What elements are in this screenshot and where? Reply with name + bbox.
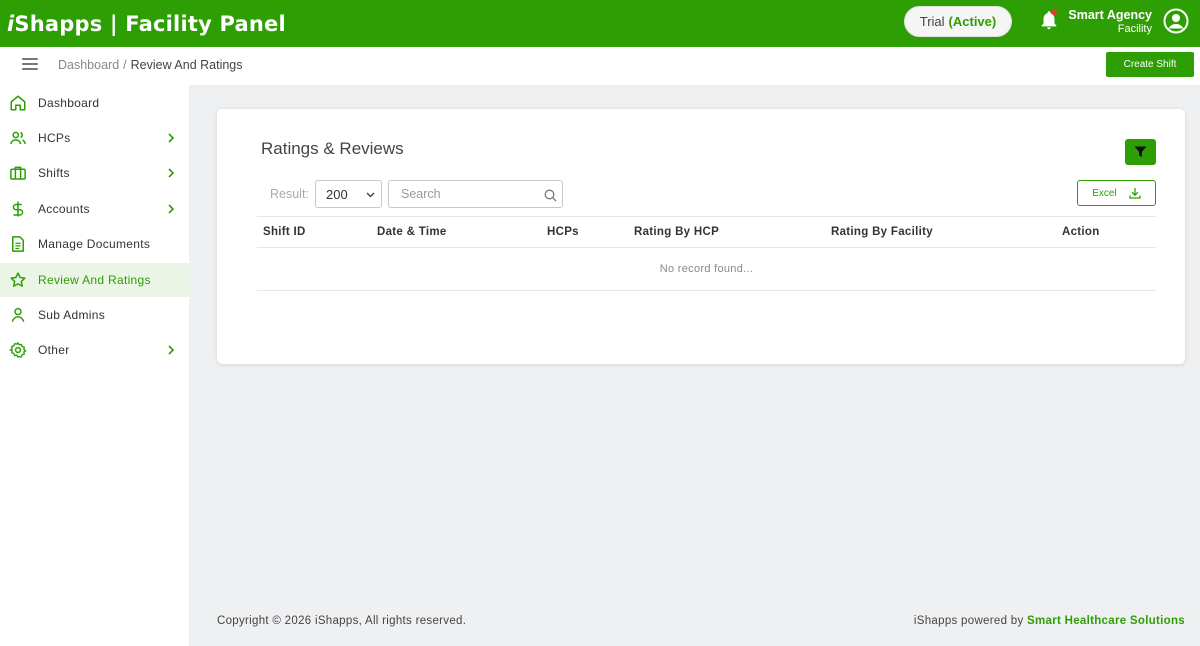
excel-label: Excel [1092, 187, 1117, 199]
chevron-right-icon [168, 345, 175, 355]
user-name: Smart Agency [1068, 8, 1152, 22]
search-icon[interactable] [544, 189, 557, 202]
sidebar-item-label: HCPs [38, 131, 71, 145]
filter-button[interactable] [1125, 139, 1156, 165]
sidebar-item-label: Accounts [38, 202, 90, 216]
dollar-icon [12, 201, 24, 217]
copyright-text: Copyright © 2026 iShapps, All rights res… [217, 615, 467, 627]
sidebar-item-hcps[interactable]: HCPs [0, 121, 189, 155]
search-field[interactable] [388, 180, 563, 208]
notification-dot [1051, 9, 1057, 15]
chevron-right-icon [168, 168, 175, 178]
trial-status: (Active) [948, 14, 997, 29]
user-role: Facility [1117, 23, 1152, 35]
ratings-table: Shift ID Date & Time HCPs Rating By HCP … [257, 216, 1156, 291]
filter-icon [1134, 146, 1147, 157]
home-icon [10, 95, 26, 111]
gear-icon [9, 342, 27, 358]
sub-header: Dashboard / Review And Ratings Create Shif… [0, 47, 1200, 85]
sidebar-item-sub-admins[interactable]: Sub Admins [0, 298, 189, 332]
result-label: Result: [270, 187, 309, 201]
breadcrumb: Dashboard / Review And Ratings [58, 58, 243, 72]
result-count-select[interactable]: 200 [315, 180, 382, 208]
powered-by: iShapps powered by Smart Healthcare Solu… [914, 615, 1185, 627]
create-shift-button[interactable]: Create Shift [1106, 52, 1194, 77]
breadcrumb-root[interactable]: Dashboard [58, 58, 119, 72]
trial-label: Trial [919, 14, 945, 29]
table-header: Shift ID Date & Time HCPs Rating By HCP … [257, 216, 1156, 248]
search-input[interactable] [389, 181, 539, 207]
empty-state-message: No record found... [257, 248, 1156, 291]
avatar-icon[interactable] [1163, 8, 1189, 34]
sidebar-item-shifts[interactable]: Shifts [0, 156, 189, 190]
sidebar-item-other[interactable]: Other [0, 333, 189, 367]
sidebar-item-manage-documents[interactable]: Manage Documents [0, 227, 189, 261]
card-title: Ratings & Reviews [261, 139, 404, 158]
sidebar-item-label: Dashboard [38, 96, 100, 110]
document-icon [12, 236, 24, 252]
powered-by-prefix: iShapps powered by [913, 615, 1024, 627]
breadcrumb-current: Review And Ratings [130, 58, 243, 72]
column-header-rating-by-hcp[interactable]: Rating By HCP [634, 226, 719, 238]
sidebar-item-dashboard[interactable]: Dashboard [0, 86, 189, 120]
sidebar-item-label: Sub Admins [38, 308, 106, 322]
user-info[interactable]: Smart Agency Facility [1068, 8, 1152, 35]
trial-status-pill[interactable]: Trial (Active) [904, 6, 1012, 37]
column-header-shift-id[interactable]: Shift ID [263, 226, 306, 238]
users-icon [10, 131, 26, 145]
sidebar-item-review-and-ratings[interactable]: Review And Ratings [0, 263, 189, 297]
star-icon [10, 272, 26, 287]
user-icon [11, 307, 25, 322]
sidebar-item-label: Other [38, 343, 70, 357]
column-header-hcps[interactable]: HCPs [547, 226, 579, 238]
sidebar-item-label: Shifts [38, 166, 70, 180]
result-count-value: 200 [326, 186, 348, 202]
hamburger-menu-icon[interactable] [22, 58, 38, 72]
column-header-rating-by-facility[interactable]: Rating By Facility [831, 226, 933, 238]
download-icon [1129, 188, 1141, 199]
brand-title: Shapps | Facility Panel [14, 11, 286, 36]
sidebar-item-accounts[interactable]: Accounts [0, 192, 189, 226]
column-header-date-time[interactable]: Date & Time [377, 226, 447, 238]
breadcrumb-separator: / [123, 58, 127, 72]
chevron-down-icon [366, 192, 375, 198]
sidebar: Dashboard HCPs Shifts Accounts Manage Do… [0, 85, 189, 646]
powered-by-link[interactable]: Smart Healthcare Solutions [1027, 615, 1185, 627]
chevron-right-icon [168, 133, 175, 143]
notification-bell-icon[interactable] [1038, 9, 1060, 31]
sidebar-item-label: Manage Documents [38, 237, 151, 251]
top-bar: iShapps | Facility Panel Trial (Active) … [0, 0, 1200, 47]
excel-export-button[interactable]: Excel [1077, 180, 1156, 206]
column-header-action: Action [1062, 226, 1100, 238]
ratings-reviews-card: Ratings & Reviews Result: 200 Excel Shif… [217, 109, 1185, 364]
chevron-right-icon [168, 204, 175, 214]
sidebar-item-label: Review And Ratings [38, 273, 151, 287]
briefcase-icon [10, 166, 26, 180]
app-brand[interactable]: iShapps | Facility Panel [7, 12, 286, 36]
